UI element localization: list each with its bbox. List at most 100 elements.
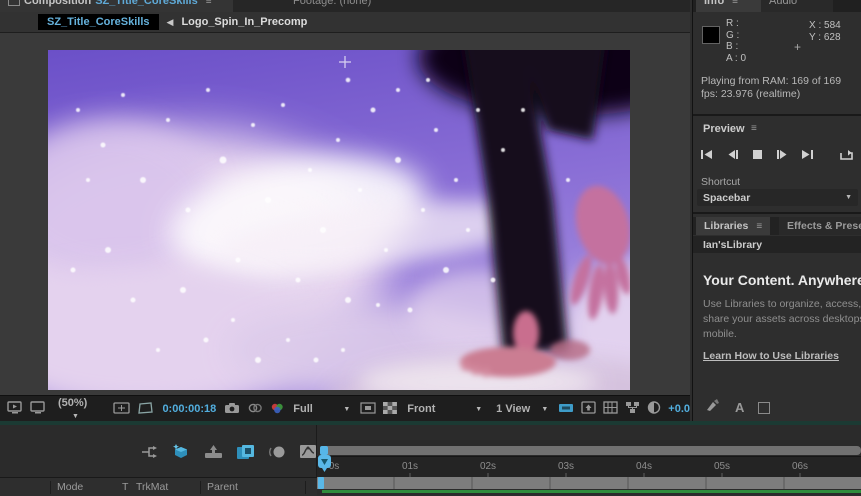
xy-readout: X : 584 Y : 628 xyxy=(809,20,841,43)
chevron-down-icon: ▼ xyxy=(343,405,351,413)
viewer-toolbar: (50%) ▼ 0:00:00:18 Full ▼ Front ▼ 1 View… xyxy=(0,395,690,422)
panel-tab-strip: Composition SZ_Title_CoreSkills ≡ Footag… xyxy=(0,0,690,12)
section-divider xyxy=(693,114,861,116)
chevron-down-icon: ▼ xyxy=(541,405,549,413)
ruler-label: 06s xyxy=(791,461,809,472)
ruler-label: 04s xyxy=(635,461,653,472)
transport-controls xyxy=(699,147,861,161)
timeline-panel: 0s 01s 02s 03s 04s 05s 06s Mode T TrkMat… xyxy=(0,425,861,496)
ram-cache-indicator xyxy=(322,490,861,493)
shortcut-label: Shortcut xyxy=(701,176,741,188)
library-selector[interactable]: Ian'sLibrary xyxy=(693,236,861,253)
show-snapshot-icon[interactable] xyxy=(247,402,263,417)
current-time-indicator[interactable] xyxy=(317,454,332,478)
breadcrumb-active-comp[interactable]: SZ_Title_CoreSkills xyxy=(38,14,159,30)
column-t[interactable]: T xyxy=(122,481,128,493)
chevron-down-icon: ▼ xyxy=(475,405,483,413)
main-viewer-icon[interactable] xyxy=(30,401,46,417)
motion-blur-icon[interactable] xyxy=(268,445,286,464)
tab-audio[interactable]: Audio xyxy=(761,0,833,12)
breadcrumb-arrow-icon: ◀ xyxy=(166,16,174,27)
stop-button[interactable] xyxy=(749,147,765,161)
chevron-down-icon: ▼ xyxy=(72,413,79,420)
tab-composition-prefix: Composition xyxy=(24,0,92,7)
resolution-dropdown[interactable]: Full ▼ xyxy=(293,403,350,415)
previous-frame-button[interactable] xyxy=(724,147,740,161)
panel-menu-icon[interactable]: ≡ xyxy=(206,0,212,7)
loop-button[interactable] xyxy=(838,147,854,161)
timecode-display[interactable]: 0:00:00:18 xyxy=(162,403,216,415)
hide-shy-layers-icon[interactable] xyxy=(204,444,223,464)
preview-panel-title: Preview xyxy=(703,123,745,135)
tab-info[interactable]: Info ≡ xyxy=(696,0,770,12)
work-area-start-handle[interactable] xyxy=(318,477,324,489)
composition-viewport[interactable] xyxy=(0,0,718,445)
channels-icon[interactable] xyxy=(270,402,285,417)
next-frame-button[interactable] xyxy=(774,147,790,161)
timeline-toolbar xyxy=(140,443,317,465)
color-swatch xyxy=(702,26,720,44)
tab-footage[interactable]: Footage: (none) xyxy=(233,0,690,12)
last-frame-button[interactable] xyxy=(799,147,815,161)
breadcrumb-current-comp[interactable]: Logo_Spin_In_Precomp xyxy=(181,16,307,28)
tab-effects-presets[interactable]: Effects & Presets xyxy=(779,217,861,235)
layer-column-headers: Mode T TrkMat Parent xyxy=(0,477,317,496)
comp-mini-flowchart-icon[interactable] xyxy=(140,445,158,464)
region-of-interest-icon[interactable] xyxy=(360,401,376,417)
right-panel-stack: Info ≡ Audio R : G : B : A : 0 X : 584 Y… xyxy=(692,0,861,421)
fast-previews-icon[interactable] xyxy=(603,401,618,417)
section-divider xyxy=(693,212,861,214)
viewer-pasteboard xyxy=(0,0,718,445)
column-trkmat[interactable]: TrkMat xyxy=(136,481,168,493)
crosshair-icon: + xyxy=(794,40,802,54)
ruler-label: 01s xyxy=(401,461,419,472)
timeline-navigator-bar[interactable] xyxy=(320,446,861,455)
brush-icon[interactable] xyxy=(705,398,721,417)
learn-libraries-link[interactable]: Learn How to Use Libraries xyxy=(703,350,839,362)
panel-menu-icon[interactable]: ≡ xyxy=(732,0,738,7)
libraries-body-line: Use Libraries to organize, access, and xyxy=(703,298,861,310)
ruler-label: 03s xyxy=(557,461,575,472)
surf-footage-frame xyxy=(0,0,718,445)
pixel-aspect-correction-icon[interactable] xyxy=(581,401,596,417)
snapshot-camera-icon[interactable] xyxy=(224,402,240,417)
transparency-grid-icon[interactable] xyxy=(383,401,398,417)
ruler-label: 02s xyxy=(479,461,497,472)
chevron-down-icon: ▼ xyxy=(845,194,852,201)
panel-menu-icon[interactable]: ≡ xyxy=(751,123,757,134)
library-type-icons: A xyxy=(693,394,861,421)
time-ruler[interactable]: 0s 01s 02s 03s 04s 05s 06s xyxy=(317,456,861,478)
breadcrumb: SZ_Title_CoreSkills ◀ Logo_Spin_In_Preco… xyxy=(0,12,690,33)
shortcut-dropdown[interactable]: Spacebar ▼ xyxy=(697,189,858,206)
reset-exposure-icon[interactable] xyxy=(647,401,661,417)
composition-panel: Composition SZ_Title_CoreSkills ≡ Footag… xyxy=(0,0,718,445)
first-frame-button[interactable] xyxy=(699,147,715,161)
libraries-headline: Your Content. Anywhere. xyxy=(703,272,861,288)
panel-menu-icon[interactable]: ≡ xyxy=(756,221,762,232)
3d-view-dropdown[interactable]: Front ▼ xyxy=(407,403,482,415)
graph-editor-icon[interactable] xyxy=(299,444,317,464)
ram-playback-status: Playing from RAM: 169 of 169 fps: 23.976… xyxy=(701,75,842,100)
tab-libraries[interactable]: Libraries ≡ xyxy=(696,217,771,235)
column-mode[interactable]: Mode xyxy=(57,481,83,493)
grid-guides-icon[interactable] xyxy=(137,401,154,417)
ruler-label: 05s xyxy=(713,461,731,472)
draft-3d-icon[interactable] xyxy=(171,443,191,465)
exposure-value[interactable]: +0.0 xyxy=(668,403,690,415)
character-type-icon[interactable]: A xyxy=(735,400,744,415)
view-layout-dropdown[interactable]: 1 View ▼ xyxy=(496,403,548,415)
always-preview-icon[interactable] xyxy=(7,401,23,417)
tab-composition-name: SZ_Title_CoreSkills xyxy=(95,0,198,7)
panel-icon xyxy=(8,0,20,6)
shape-type-icon[interactable] xyxy=(758,401,771,414)
comp-flowchart-icon[interactable] xyxy=(625,401,640,417)
share-view-icon[interactable] xyxy=(558,402,574,417)
libraries-tab-strip: Libraries ≡ Effects & Presets xyxy=(693,217,861,235)
column-parent[interactable]: Parent xyxy=(207,481,238,493)
tab-composition[interactable]: Composition SZ_Title_CoreSkills ≡ xyxy=(0,0,240,12)
safe-zones-icon[interactable] xyxy=(113,401,131,417)
libraries-body-line: share your assets across desktops and xyxy=(703,313,861,325)
magnification-dropdown[interactable]: (50%) ▼ xyxy=(58,397,101,421)
work-area-bar[interactable] xyxy=(317,477,861,489)
frame-blending-icon[interactable] xyxy=(236,444,255,465)
